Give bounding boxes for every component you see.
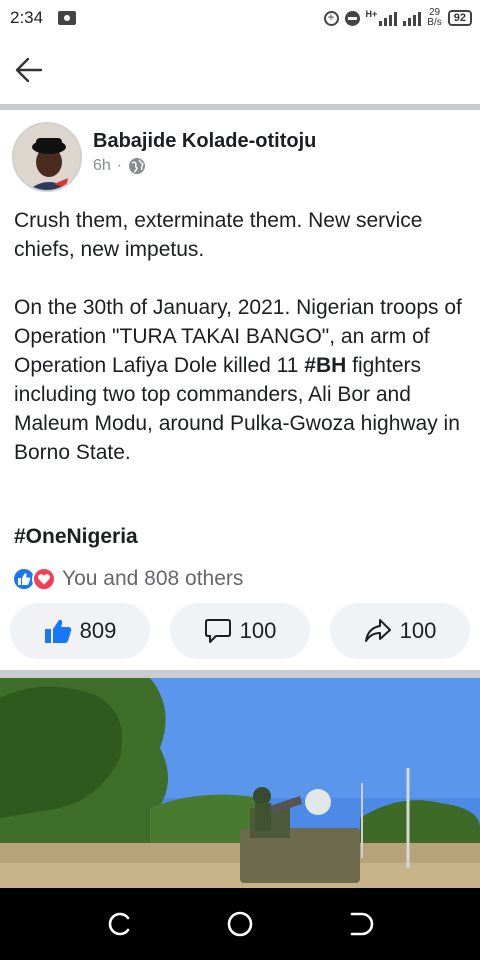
status-right-group: H+ 29 B/s 92 <box>323 6 472 30</box>
status-time: 2:34 <box>10 8 44 27</box>
network-speed-unit: B/s <box>427 17 442 28</box>
recent-apps-icon <box>108 912 130 936</box>
network-type-label: H+ <box>365 9 378 19</box>
signal-icon-2 <box>403 10 422 26</box>
like-button[interactable]: 809 <box>10 603 150 659</box>
thumbs-up-icon <box>44 619 71 643</box>
comment-count: 100 <box>239 618 277 643</box>
gallery-notification-icon <box>58 11 76 25</box>
app-header <box>0 36 480 104</box>
share-icon <box>364 619 391 642</box>
system-nav-bar <box>0 888 480 960</box>
bh-hashtag-link[interactable]: #BH <box>304 354 346 377</box>
arrow-left-icon <box>15 57 43 83</box>
do-not-disturb-icon <box>344 10 360 26</box>
share-count: 100 <box>399 618 437 643</box>
post-meta: 6h · <box>93 157 146 175</box>
post-paragraph-1: Crush them, exterminate them. New servic… <box>14 209 423 261</box>
comment-icon <box>204 619 231 643</box>
post-time[interactable]: 6h <box>93 157 111 175</box>
meta-separator: · <box>116 157 123 174</box>
reactions-text: You and 808 others <box>62 567 244 590</box>
comment-button[interactable]: 100 <box>170 603 310 659</box>
post-actions: 809 100 100 <box>10 603 470 659</box>
avatar-image <box>14 124 80 190</box>
post-photo-image <box>0 678 480 888</box>
love-reaction-icon <box>32 567 56 591</box>
back-nav-icon <box>350 912 374 936</box>
home-circle-icon <box>227 911 253 937</box>
reactions-summary[interactable]: You and 808 others <box>12 567 243 591</box>
globe-icon <box>129 158 146 174</box>
hashtag-link[interactable]: #OneNigeria <box>14 525 138 549</box>
post-body: Crush them, exterminate them. New servic… <box>14 206 466 496</box>
home-button[interactable] <box>222 906 258 942</box>
avatar[interactable] <box>12 122 82 192</box>
status-bar: 2:34 H+ 29 B/s 92 <box>0 0 480 36</box>
battery-icon: 92 <box>447 10 472 26</box>
data-saver-icon <box>323 10 339 26</box>
recent-apps-button[interactable] <box>102 906 138 942</box>
network-speed: 29 B/s <box>427 8 441 28</box>
back-button[interactable] <box>14 56 54 86</box>
post-paragraph-2: On the 30th of January, 2021. Nigerian t… <box>14 293 466 467</box>
header-divider <box>0 104 480 110</box>
signal-icon <box>379 10 398 26</box>
like-count: 809 <box>79 618 117 643</box>
back-nav-button[interactable] <box>342 906 378 942</box>
author-name[interactable]: Babajide Kolade-otitoju <box>93 130 316 153</box>
section-divider <box>0 670 480 678</box>
post-photo[interactable] <box>0 678 480 888</box>
share-button[interactable]: 100 <box>330 603 470 659</box>
